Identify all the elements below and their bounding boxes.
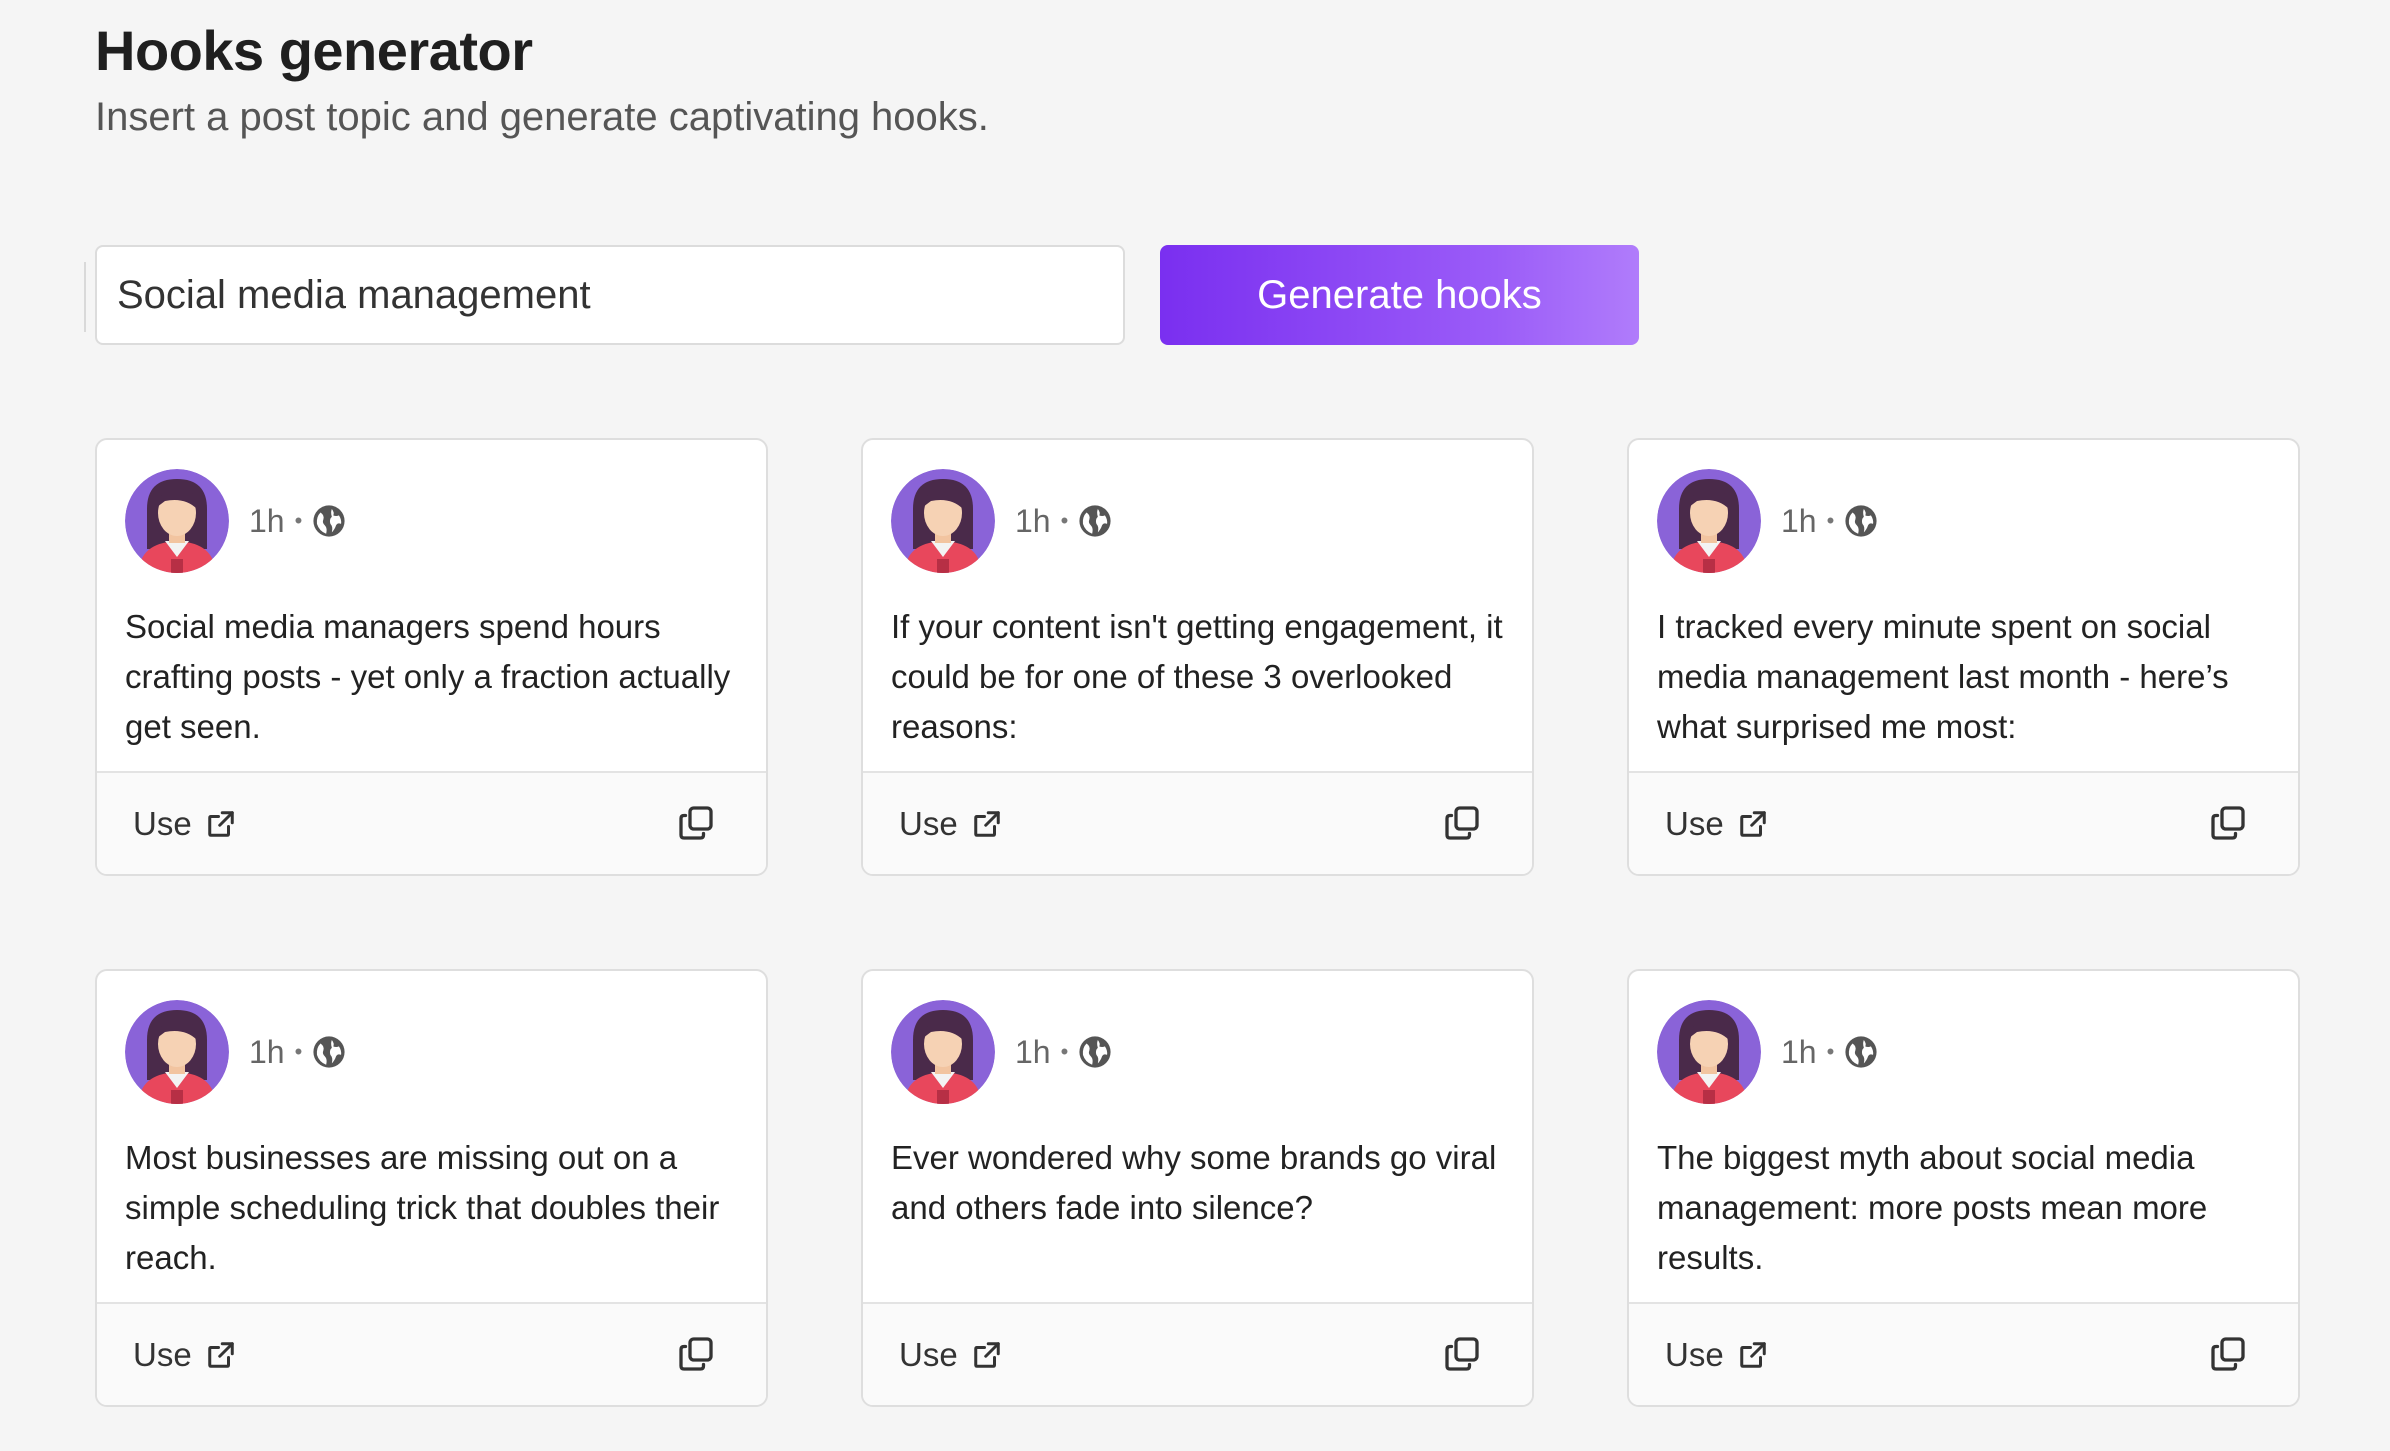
copy-icon[interactable]	[678, 1336, 714, 1372]
copy-icon[interactable]	[1444, 805, 1480, 841]
copy-icon[interactable]	[678, 805, 714, 841]
avatar	[1657, 1000, 1761, 1104]
generate-hooks-button[interactable]: Generate hooks	[1160, 245, 1639, 345]
globe-icon	[313, 1036, 345, 1068]
post-meta: 1h •	[1781, 1034, 1878, 1071]
hook-card: 1h • If your content isn't getting engag…	[861, 438, 1534, 876]
use-label: Use	[899, 1335, 958, 1373]
card-header: 1h •	[891, 468, 1112, 574]
post-time: 1h	[1781, 1033, 1817, 1070]
divider	[84, 262, 86, 332]
card-footer: Use	[97, 771, 766, 874]
globe-icon	[1079, 1036, 1111, 1068]
use-label: Use	[1665, 1335, 1724, 1373]
external-link-icon	[1739, 810, 1766, 837]
card-footer: Use	[1629, 1302, 2298, 1405]
card-header: 1h •	[891, 999, 1112, 1105]
copy-icon[interactable]	[2210, 805, 2246, 841]
post-time: 1h	[249, 502, 285, 539]
avatar	[1657, 469, 1761, 573]
external-link-icon	[973, 1341, 1000, 1368]
use-label: Use	[133, 1335, 192, 1373]
topic-input[interactable]	[95, 245, 1125, 345]
card-footer: Use	[863, 771, 1532, 874]
avatar	[891, 1000, 995, 1104]
post-meta: 1h •	[1015, 1034, 1112, 1071]
avatar	[125, 1000, 229, 1104]
post-meta: 1h •	[1781, 503, 1878, 540]
use-button[interactable]: Use	[1665, 1304, 1768, 1405]
copy-icon[interactable]	[1444, 1336, 1480, 1372]
avatar	[891, 469, 995, 573]
separator-dot: •	[294, 508, 303, 533]
use-label: Use	[133, 804, 192, 842]
globe-icon	[1079, 505, 1111, 537]
post-time: 1h	[1781, 502, 1817, 539]
external-link-icon	[207, 810, 234, 837]
use-button[interactable]: Use	[899, 1304, 1002, 1405]
card-header: 1h •	[1657, 999, 1878, 1105]
use-button[interactable]: Use	[1665, 773, 1768, 874]
separator-dot: •	[1826, 508, 1835, 533]
use-button[interactable]: Use	[899, 773, 1002, 874]
avatar	[125, 469, 229, 573]
globe-icon	[1845, 505, 1877, 537]
separator-dot: •	[294, 1039, 303, 1064]
hook-card: 1h • Ever wondered why some brands go vi…	[861, 969, 1534, 1407]
page-title: Hooks generator	[95, 19, 533, 82]
external-link-icon	[207, 1341, 234, 1368]
hook-text: I tracked every minute spent on social m…	[1657, 608, 2229, 745]
post-time: 1h	[1015, 502, 1051, 539]
use-label: Use	[899, 804, 958, 842]
copy-icon[interactable]	[2210, 1336, 2246, 1372]
use-label: Use	[1665, 804, 1724, 842]
external-link-icon	[973, 810, 1000, 837]
post-meta: 1h •	[249, 503, 346, 540]
hook-text: Ever wondered why some brands go viral a…	[891, 1139, 1497, 1226]
card-footer: Use	[863, 1302, 1532, 1405]
globe-icon	[1845, 1036, 1877, 1068]
page-subtitle: Insert a post topic and generate captiva…	[95, 95, 989, 139]
hook-card: 1h • Most businesses are missing out on …	[95, 969, 768, 1407]
hook-text: Social media managers spend hours crafti…	[125, 608, 731, 745]
hook-text: The biggest myth about social media mana…	[1657, 1139, 2208, 1276]
separator-dot: •	[1060, 1039, 1069, 1064]
globe-icon	[313, 505, 345, 537]
separator-dot: •	[1060, 508, 1069, 533]
hook-text: Most businesses are missing out on a sim…	[125, 1139, 720, 1276]
hook-text: If your content isn't getting engagement…	[891, 608, 1503, 745]
card-header: 1h •	[1657, 468, 1878, 574]
card-footer: Use	[1629, 771, 2298, 874]
use-button[interactable]: Use	[133, 773, 236, 874]
post-meta: 1h •	[1015, 503, 1112, 540]
card-footer: Use	[97, 1302, 766, 1405]
external-link-icon	[1739, 1341, 1766, 1368]
card-header: 1h •	[125, 468, 346, 574]
card-header: 1h •	[125, 999, 346, 1105]
hook-card: 1h • I tracked every minute spent on soc…	[1627, 438, 2300, 876]
post-time: 1h	[1015, 1033, 1051, 1070]
use-button[interactable]: Use	[133, 1304, 236, 1405]
hook-card: 1h • Social media managers spend hours c…	[95, 438, 768, 876]
hook-card: 1h • The biggest myth about social media…	[1627, 969, 2300, 1407]
post-meta: 1h •	[249, 1034, 346, 1071]
separator-dot: •	[1826, 1039, 1835, 1064]
post-time: 1h	[249, 1033, 285, 1070]
